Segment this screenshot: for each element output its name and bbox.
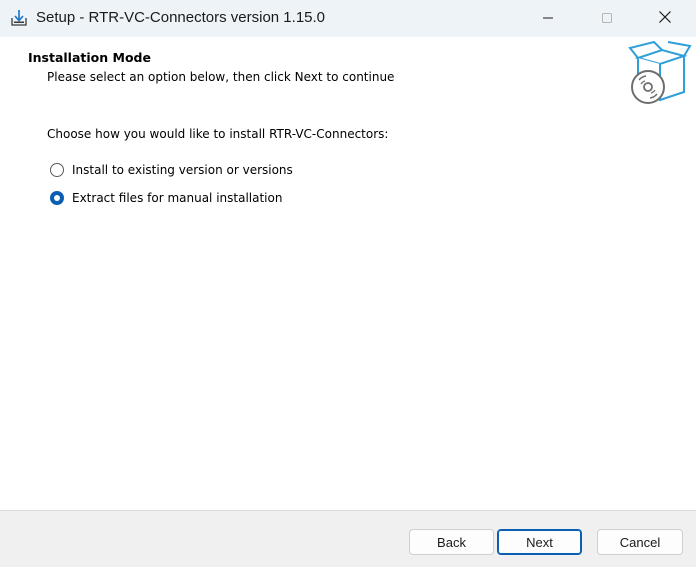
page-title: Installation Mode [28, 50, 151, 65]
option-label[interactable]: Extract files for manual installation [72, 191, 282, 205]
title-bar[interactable]: Setup - RTR-VC-Connectors version 1.15.0 [0, 0, 696, 37]
back-button[interactable]: Back [409, 529, 494, 555]
close-button[interactable] [642, 0, 688, 37]
option-label[interactable]: Install to existing version or versions [72, 163, 293, 177]
option-extract-files[interactable]: Extract files for manual installation [50, 189, 282, 207]
close-icon [658, 9, 672, 28]
box-disc-icon [626, 40, 692, 106]
next-button[interactable]: Next [497, 529, 582, 555]
radio-install-existing[interactable] [50, 163, 64, 177]
window-title: Setup - RTR-VC-Connectors version 1.15.0 [36, 9, 326, 26]
setup-window: Setup - RTR-VC-Connectors version 1.15.0… [0, 0, 696, 567]
install-mode-prompt: Choose how you would like to install RTR… [47, 127, 389, 141]
installer-download-icon [9, 8, 29, 28]
radio-extract-files[interactable] [50, 191, 64, 205]
maximize-icon [601, 9, 613, 28]
cancel-button[interactable]: Cancel [597, 529, 683, 555]
minimize-button[interactable] [525, 0, 571, 37]
maximize-button[interactable] [584, 0, 630, 37]
wizard-footer: Back Next Cancel [0, 510, 696, 567]
option-install-existing[interactable]: Install to existing version or versions [50, 161, 293, 179]
page-subtitle: Please select an option below, then clic… [47, 70, 395, 84]
wizard-header: Installation Mode Please select an optio… [0, 37, 696, 105]
minimize-icon [542, 9, 554, 28]
